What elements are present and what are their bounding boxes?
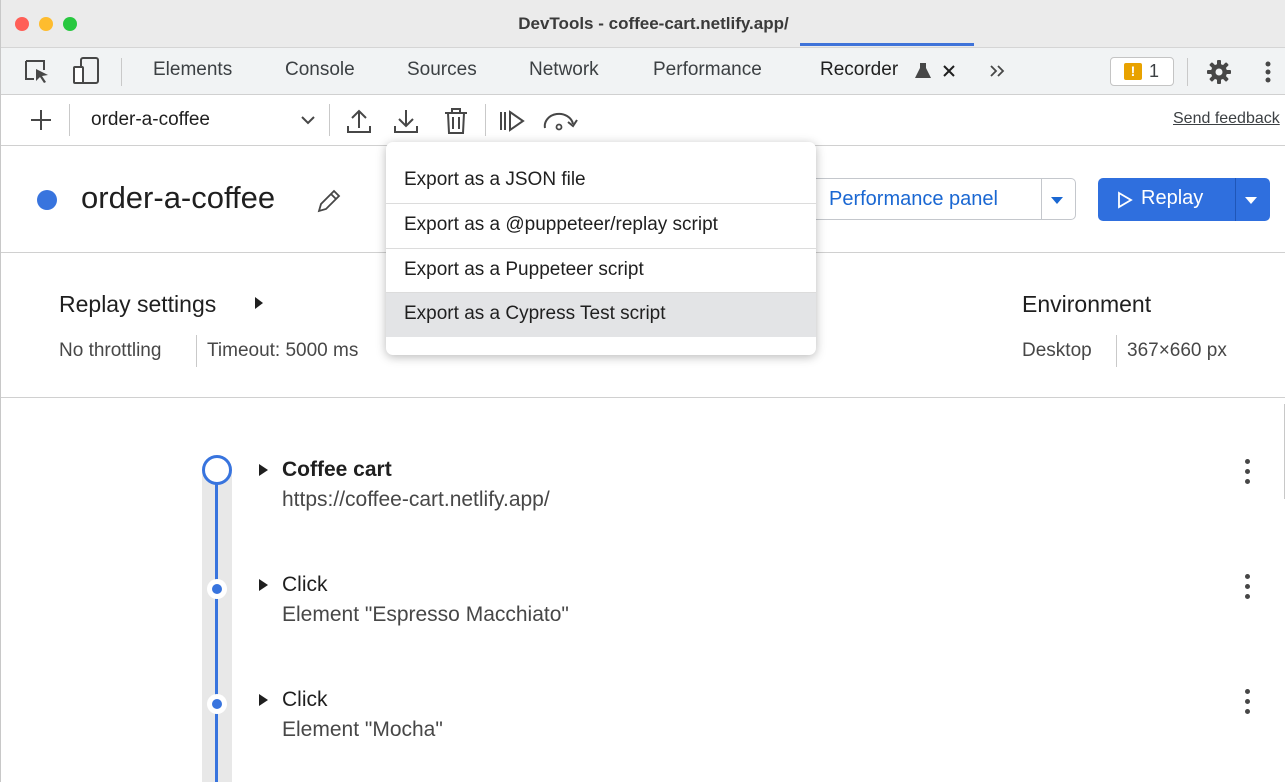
toolbar-divider — [485, 104, 486, 136]
delete-trash-icon[interactable] — [442, 106, 470, 136]
throttling-value: No throttling — [59, 340, 162, 361]
tab-performance[interactable]: Performance — [653, 59, 762, 81]
active-tab-indicator — [800, 43, 974, 46]
inspect-element-icon[interactable] — [23, 58, 53, 86]
export-download-icon[interactable] — [391, 106, 421, 136]
environment-size: 367×660 px — [1127, 340, 1227, 361]
play-icon — [1118, 191, 1133, 209]
tab-divider — [121, 58, 122, 86]
value-divider — [1116, 335, 1117, 367]
value-divider — [196, 335, 197, 367]
menu-item-export-puppeteer-replay[interactable]: Export as a @puppeteer/replay script — [386, 204, 816, 248]
toolbar-divider — [1187, 58, 1188, 86]
step-subtitle: https://coffee-cart.netlify.app/ — [282, 488, 550, 511]
devtools-window: DevTools - coffee-cart.netlify.app/ Elem… — [0, 0, 1285, 782]
settings-gear-icon[interactable] — [1205, 58, 1233, 86]
send-feedback-link[interactable]: Send feedback — [1173, 110, 1280, 128]
replay-slow-icon[interactable] — [541, 108, 579, 134]
toolbar-divider — [329, 104, 330, 136]
tab-recorder[interactable]: Recorder — [820, 59, 898, 81]
more-tabs-chevron-icon[interactable] — [988, 62, 1008, 80]
issues-count: 1 — [1149, 61, 1160, 81]
tab-sources[interactable]: Sources — [407, 59, 477, 81]
menu-item-label: Export as a @puppeteer/replay script — [404, 214, 718, 235]
step-expand-arrow-icon[interactable] — [259, 464, 268, 476]
menu-item-export-cypress[interactable]: Export as a Cypress Test script — [386, 293, 816, 337]
step-title[interactable]: Click — [282, 688, 328, 712]
timeout-value: Timeout: 5000 ms — [207, 340, 359, 361]
menu-item-label: Export as a JSON file — [404, 169, 586, 190]
step-expand-arrow-icon[interactable] — [259, 579, 268, 591]
experimental-flask-icon — [915, 63, 931, 78]
step-title[interactable]: Coffee cart — [282, 458, 392, 482]
step-menu-icon[interactable] — [1241, 687, 1255, 717]
recording-title: order-a-coffee — [81, 180, 276, 215]
performance-panel-button[interactable]: Performance panel — [793, 178, 1076, 220]
issues-badge[interactable]: ! 1 — [1110, 57, 1174, 86]
step-expand-arrow-icon[interactable] — [259, 694, 268, 706]
create-recording-plus-icon[interactable] — [29, 108, 53, 132]
menu-item-label: Export as a Cypress Test script — [404, 303, 666, 324]
step-node — [207, 579, 227, 599]
section-divider — [1, 397, 1285, 398]
step-subtitle: Element "Mocha" — [282, 718, 443, 741]
title-bar: DevTools - coffee-cart.netlify.app/ — [1, 0, 1285, 48]
recording-select[interactable]: order-a-coffee — [91, 109, 210, 131]
toolbar-divider — [69, 104, 70, 136]
step-replay-icon[interactable] — [497, 108, 527, 134]
step-menu-icon[interactable] — [1241, 572, 1255, 602]
caret-down-icon[interactable] — [1049, 194, 1065, 206]
expand-arrow-icon[interactable] — [253, 295, 265, 311]
window-title: DevTools - coffee-cart.netlify.app/ — [518, 14, 789, 33]
replay-button[interactable]: Replay — [1098, 178, 1270, 221]
step-title[interactable]: Click — [282, 573, 328, 597]
step-node-start — [202, 455, 232, 485]
environment-device: Desktop — [1022, 340, 1092, 361]
menu-item-export-json[interactable]: Export as a JSON file — [386, 159, 816, 203]
menu-item-label: Export as a Puppeteer script — [404, 259, 644, 280]
import-upload-icon[interactable] — [344, 106, 374, 136]
step-menu-icon[interactable] — [1241, 457, 1255, 487]
chevron-down-icon[interactable] — [299, 112, 317, 128]
recording-status-dot — [37, 190, 57, 210]
more-options-icon[interactable] — [1263, 58, 1273, 86]
performance-panel-label: Performance panel — [829, 188, 998, 210]
step-node — [207, 694, 227, 714]
step-subtitle: Element "Espresso Macchiato" — [282, 603, 569, 626]
export-menu: Export as a JSON file Export as a @puppe… — [386, 142, 816, 355]
button-divider — [1041, 179, 1042, 219]
tab-console[interactable]: Console — [285, 59, 355, 81]
tab-elements[interactable]: Elements — [153, 59, 232, 81]
replay-label: Replay — [1141, 187, 1204, 209]
edit-pencil-icon[interactable] — [314, 186, 344, 216]
caret-down-icon[interactable] — [1243, 194, 1259, 206]
menu-item-export-puppeteer[interactable]: Export as a Puppeteer script — [386, 249, 816, 293]
close-tab-icon[interactable] — [941, 63, 957, 79]
replay-settings-title[interactable]: Replay settings — [59, 291, 216, 318]
warning-icon: ! — [1124, 63, 1142, 80]
environment-title: Environment — [1022, 291, 1152, 317]
device-toolbar-icon[interactable] — [71, 56, 103, 86]
tab-network[interactable]: Network — [529, 59, 599, 81]
timeline-line — [215, 476, 218, 782]
button-divider — [1235, 178, 1236, 221]
